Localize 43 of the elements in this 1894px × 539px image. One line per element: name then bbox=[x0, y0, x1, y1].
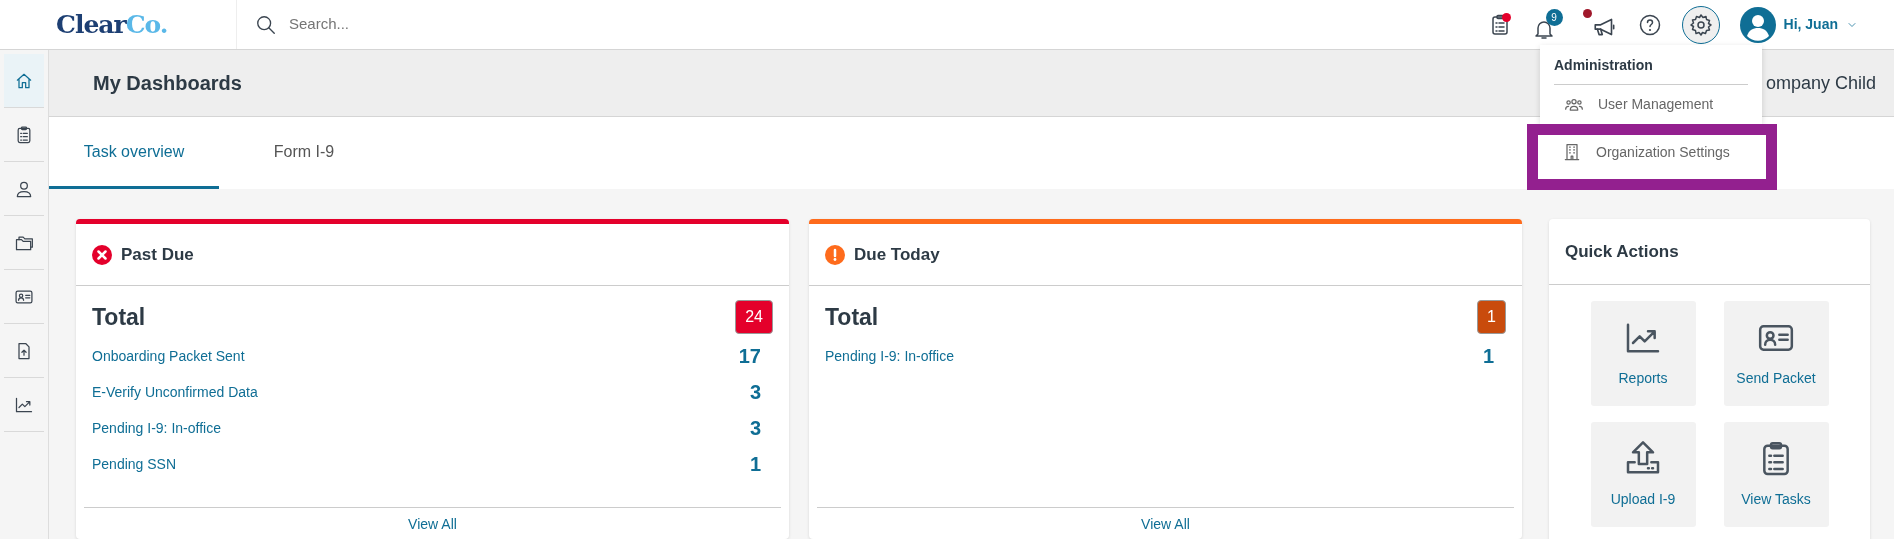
search-icon bbox=[255, 13, 277, 36]
notification-count: 9 bbox=[1545, 8, 1563, 26]
task-link[interactable]: Pending I-9: In-office bbox=[825, 345, 954, 367]
card-title: Due Today bbox=[854, 243, 940, 266]
panel-title: Quick Actions bbox=[1565, 240, 1679, 263]
view-all-link[interactable]: View All bbox=[408, 516, 457, 532]
total-label: Total bbox=[825, 302, 879, 332]
task-count: 1 bbox=[749, 452, 761, 477]
task-count: 3 bbox=[749, 416, 761, 441]
menu-item[interactable]: User Management bbox=[1554, 85, 1748, 119]
total-label: Total bbox=[92, 302, 146, 332]
notifications-button[interactable]: 9 bbox=[1531, 8, 1563, 41]
menu-heading: Administration bbox=[1554, 55, 1748, 85]
menu-item[interactable]: Organization Settings bbox=[1527, 124, 1777, 190]
quick-action-tile[interactable]: Reports bbox=[1590, 301, 1696, 406]
error-icon bbox=[92, 244, 112, 265]
building-icon bbox=[1562, 142, 1582, 162]
avatar-icon bbox=[1739, 6, 1776, 43]
task-link[interactable]: E-Verify Unconfirmed Data bbox=[92, 381, 258, 403]
task-link[interactable]: Pending I-9: In-office bbox=[92, 417, 221, 439]
quick-action-tile[interactable]: View Tasks bbox=[1723, 422, 1829, 527]
total-count: 24 bbox=[735, 300, 773, 334]
help-button[interactable] bbox=[1637, 12, 1662, 37]
quick-action-tile[interactable]: Send Packet bbox=[1723, 301, 1829, 406]
card-title: Past Due bbox=[121, 243, 194, 266]
settings-icon bbox=[1688, 12, 1713, 37]
task-link[interactable]: Pending SSN bbox=[92, 453, 177, 475]
task-count: 1 bbox=[1482, 344, 1494, 369]
quick-action-tile[interactable]: Upload I-9 bbox=[1590, 422, 1696, 527]
task-link[interactable]: Onboarding Packet Sent bbox=[92, 345, 245, 367]
task-count: 3 bbox=[749, 380, 761, 405]
tab[interactable]: Form I-9 bbox=[219, 117, 389, 189]
company-name: ompany Child bbox=[1765, 71, 1876, 95]
help-icon bbox=[1637, 12, 1662, 37]
tab[interactable]: Task overview bbox=[49, 117, 219, 189]
task-count: 17 bbox=[738, 344, 761, 369]
warning-icon bbox=[825, 244, 845, 265]
total-count: 1 bbox=[1477, 300, 1506, 334]
view-all-link[interactable]: View All bbox=[1141, 516, 1190, 532]
logo: ClearCo. bbox=[56, 12, 168, 37]
page-title: My Dashboards bbox=[93, 71, 242, 95]
user-menu-button[interactable]: Hi, Juan bbox=[1739, 6, 1858, 43]
settings-button[interactable] bbox=[1681, 5, 1720, 44]
